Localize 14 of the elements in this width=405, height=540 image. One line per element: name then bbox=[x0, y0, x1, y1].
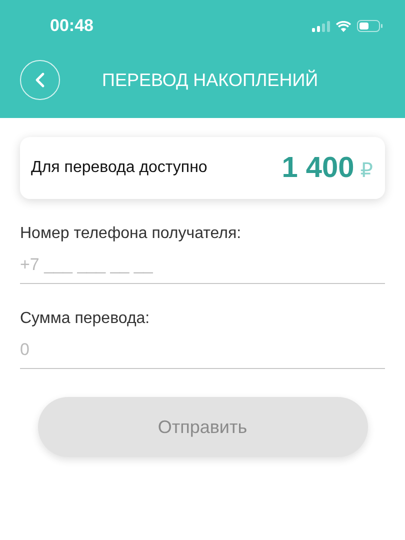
wifi-icon bbox=[336, 20, 351, 32]
status-time: 00:48 bbox=[50, 16, 94, 36]
screen-title: ПЕРЕВОД НАКОПЛЕНИЙ bbox=[102, 70, 318, 90]
field-label: Сумма перевода: bbox=[20, 310, 151, 328]
signal-icon bbox=[312, 20, 330, 32]
battery-icon bbox=[357, 20, 383, 32]
chevron-left-icon bbox=[35, 72, 45, 88]
back-button[interactable] bbox=[20, 60, 60, 100]
field-label: Номер телефона получателя: bbox=[20, 225, 242, 243]
currency-sign: ₽ bbox=[360, 158, 373, 182]
balance-amount: 1 400 bbox=[282, 152, 354, 184]
input-field[interactable]: +7 ___ ___ __ __ bbox=[20, 243, 385, 284]
available-label: Для перевода доступно bbox=[31, 159, 208, 177]
input-field[interactable]: 0 bbox=[20, 328, 385, 369]
